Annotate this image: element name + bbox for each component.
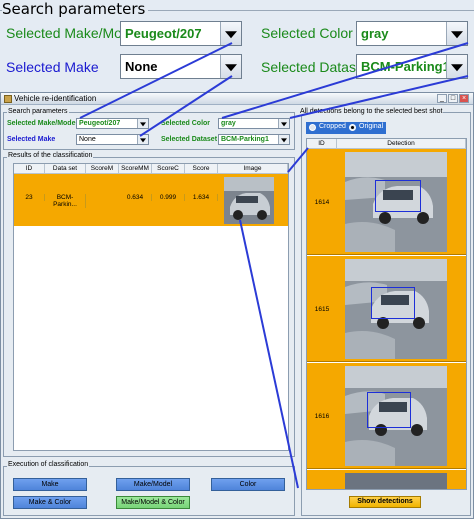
- connector-lines: [79, 42, 469, 489]
